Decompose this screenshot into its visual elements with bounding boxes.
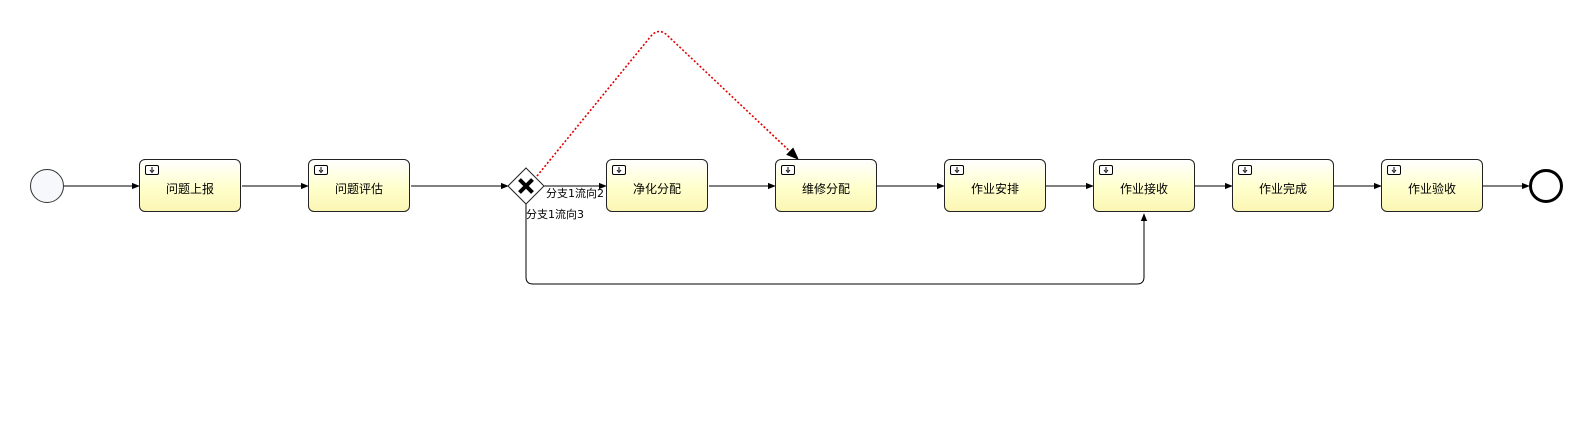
user-task-icon — [314, 165, 328, 175]
task-accept[interactable]: 作业验收 — [1381, 159, 1483, 212]
end-event[interactable] — [1529, 169, 1563, 203]
task-receive[interactable]: 作业接收 — [1093, 159, 1195, 212]
flow-label-branch-3: 分支1流向3 — [526, 208, 584, 221]
task-evaluate[interactable]: 问题评估 — [308, 159, 410, 212]
task-label: 作业完成 — [1258, 182, 1307, 196]
flow-gateway-to-receive[interactable] — [525, 204, 1148, 285]
user-task-icon — [1387, 165, 1401, 175]
task-label: 作业安排 — [970, 182, 1019, 196]
flow-layer — [30, 30, 1563, 285]
task-schedule[interactable]: 作业安排 — [944, 159, 1046, 212]
flow-label-branch-2: 分支1流向2 — [546, 187, 604, 200]
task-label: 净化分配 — [632, 182, 681, 196]
task-report[interactable]: 问题上报 — [139, 159, 241, 212]
flow-gateway-to-repair-highlight[interactable] — [536, 30, 799, 177]
task-complete[interactable]: 作业完成 — [1232, 159, 1334, 212]
user-task-icon — [612, 165, 626, 175]
task-repair-assign[interactable]: 维修分配 — [775, 159, 877, 212]
user-task-icon — [781, 165, 795, 175]
task-label: 问题上报 — [165, 182, 214, 196]
user-task-icon — [950, 165, 964, 175]
start-event[interactable] — [30, 169, 64, 203]
task-label: 维修分配 — [801, 182, 850, 196]
exclusive-gateway[interactable] — [507, 167, 545, 205]
user-task-icon — [1099, 165, 1113, 175]
user-task-icon — [1238, 165, 1252, 175]
task-label: 作业接收 — [1119, 182, 1168, 196]
task-label: 作业验收 — [1407, 182, 1456, 196]
user-task-icon — [145, 165, 159, 175]
task-label: 问题评估 — [334, 182, 383, 196]
task-purify-assign[interactable]: 净化分配 — [606, 159, 708, 212]
process-diagram: 分支1流向2 分支1流向3 问题上报 问题评估 净化分配 维修分配 作业安排 作… — [0, 0, 1580, 430]
